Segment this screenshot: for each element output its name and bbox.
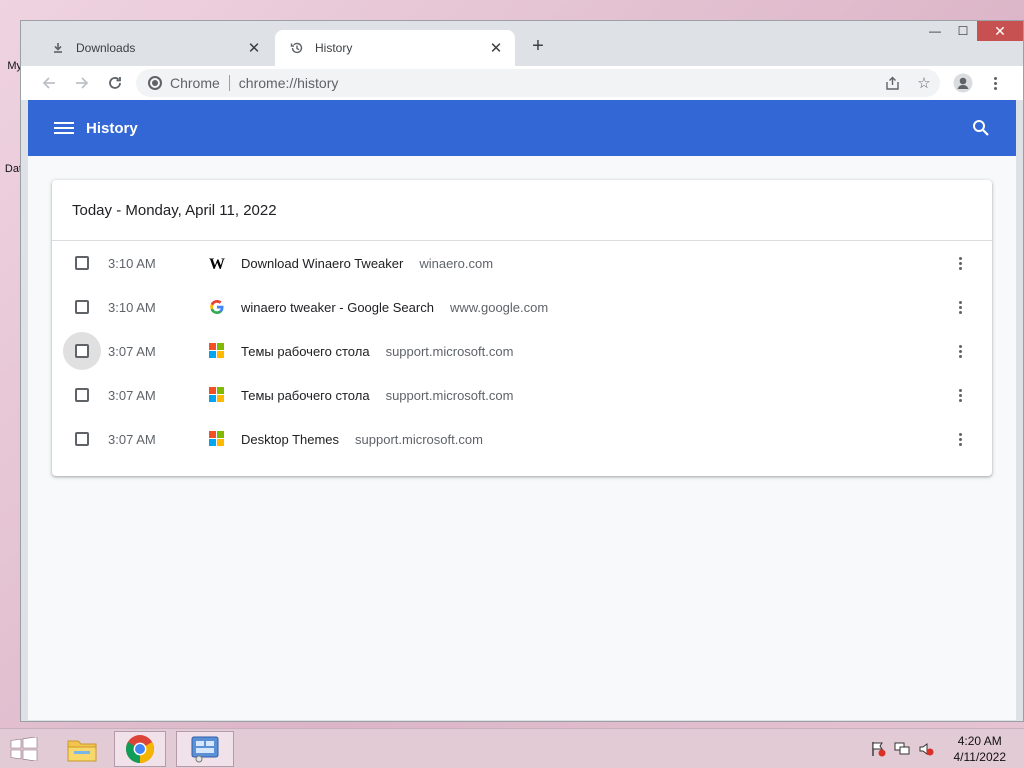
entry-link[interactable]: Темы рабочего стола support.microsoft.com xyxy=(241,388,513,403)
entry-domain: support.microsoft.com xyxy=(385,387,514,403)
more-vert-icon xyxy=(987,76,1003,90)
entry-domain: support.microsoft.com xyxy=(355,431,483,447)
desktop-icon-label[interactable]: Dat xyxy=(0,163,22,175)
entry-checkbox[interactable] xyxy=(63,376,101,414)
browser-toolbar: Chrome chrome://history ☆ xyxy=(21,66,1023,100)
taskbar: 4:20 AM 4/11/2022 xyxy=(0,728,1024,768)
more-vert-icon[interactable] xyxy=(952,300,968,314)
chrome-icon xyxy=(148,76,162,90)
entry-title[interactable]: Desktop Themes xyxy=(241,432,339,447)
control-panel-icon xyxy=(191,736,219,763)
google-icon xyxy=(210,300,224,314)
hamburger-menu-icon[interactable] xyxy=(54,122,74,134)
history-entry[interactable]: 3:07 AM Темы рабочего стола support.micro… xyxy=(52,373,992,417)
divider xyxy=(228,75,230,91)
entry-title[interactable]: winaero tweaker - Google Search xyxy=(241,300,434,315)
window-controls: — ☐ ✕ xyxy=(921,21,1023,43)
maximize-button[interactable]: ☐ xyxy=(949,21,977,41)
entry-time: 3:10 AM xyxy=(108,255,156,271)
history-entry[interactable]: 3:10 AM winaero tweaker - Google Search w… xyxy=(52,285,992,329)
entry-time: 3:07 AM xyxy=(108,431,156,447)
avatar-icon xyxy=(953,73,973,93)
winaero-icon: W xyxy=(209,256,225,271)
more-vert-icon[interactable] xyxy=(952,344,968,358)
volume-muted-icon[interactable] xyxy=(918,741,934,757)
profile-button[interactable] xyxy=(949,69,977,97)
more-vert-icon[interactable] xyxy=(952,388,968,402)
page-title: History xyxy=(86,119,138,137)
microsoft-icon xyxy=(209,387,225,403)
search-icon[interactable] xyxy=(972,119,990,137)
tab-history[interactable]: History ✕ xyxy=(275,30,515,66)
arrow-left-icon xyxy=(42,77,55,89)
arrow-right-icon xyxy=(76,77,89,89)
more-vert-icon[interactable] xyxy=(952,432,968,446)
star-icon[interactable]: ☆ xyxy=(908,74,940,92)
entry-checkbox[interactable] xyxy=(63,332,101,370)
back-button[interactable] xyxy=(35,69,63,97)
close-window-button[interactable]: ✕ xyxy=(977,21,1023,41)
new-tab-button[interactable]: + xyxy=(526,35,550,59)
history-entry[interactable]: 3:07 AM Desktop Themes support.microsoft.… xyxy=(52,417,992,461)
action-center-flag-icon[interactable] xyxy=(870,741,886,757)
download-icon xyxy=(50,40,66,56)
entry-time: 3:07 AM xyxy=(108,343,156,359)
entry-time: 3:10 AM xyxy=(108,299,156,315)
forward-button[interactable] xyxy=(68,69,96,97)
entry-title[interactable]: Темы рабочего стола xyxy=(241,388,370,403)
tab-title: Downloads xyxy=(76,41,136,55)
more-vert-icon[interactable] xyxy=(952,256,968,270)
entry-checkbox[interactable] xyxy=(63,244,101,282)
history-icon xyxy=(289,40,305,56)
chrome-taskbar-button[interactable] xyxy=(114,731,166,767)
entry-checkbox[interactable] xyxy=(63,420,101,458)
entry-title[interactable]: Download Winaero Tweaker xyxy=(241,256,403,271)
windows-start-icon[interactable] xyxy=(10,737,38,761)
entry-title[interactable]: Темы рабочего стола xyxy=(241,344,370,359)
history-entry[interactable]: 3:07 AM Темы рабочего стола support.micro… xyxy=(52,329,992,373)
site-label: Chrome xyxy=(170,75,220,91)
network-icon[interactable] xyxy=(894,741,910,757)
desktop-icon-label[interactable]: My xyxy=(0,60,22,72)
system-clock[interactable]: 4:20 AM 4/11/2022 xyxy=(954,733,1007,765)
day-header: Today - Monday, April 11, 2022 xyxy=(52,180,992,241)
reload-button[interactable] xyxy=(101,69,129,97)
page-header: History xyxy=(28,100,1016,156)
entry-link[interactable]: Desktop Themes support.microsoft.com xyxy=(241,432,483,447)
tab-downloads[interactable]: Downloads ✕ xyxy=(36,30,273,66)
entry-time: 3:07 AM xyxy=(108,387,156,403)
entry-domain: www.google.com xyxy=(449,299,549,315)
close-tab-icon[interactable]: ✕ xyxy=(487,39,505,57)
entry-checkbox[interactable] xyxy=(63,288,101,326)
entry-link[interactable]: Download Winaero Tweaker winaero.com xyxy=(241,256,493,271)
close-tab-icon[interactable]: ✕ xyxy=(245,39,263,57)
system-tray xyxy=(870,741,934,757)
control-panel-taskbar-button[interactable] xyxy=(176,731,234,767)
history-page: History Today - Monday, April 11, 2022 3… xyxy=(28,100,1016,720)
entry-link[interactable]: Темы рабочего стола support.microsoft.com xyxy=(241,344,513,359)
chrome-icon xyxy=(126,735,154,763)
clock-time: 4:20 AM xyxy=(957,734,1002,748)
share-icon[interactable] xyxy=(876,76,908,91)
folder-icon xyxy=(67,740,97,762)
history-entry[interactable]: 3:10 AM W Download Winaero Tweaker winaer… xyxy=(52,241,992,285)
omnibox-actions: ☆ xyxy=(876,69,940,97)
minimize-button[interactable]: — xyxy=(921,21,949,41)
microsoft-icon xyxy=(209,343,225,359)
tab-title: History xyxy=(315,41,353,55)
browser-window: Downloads ✕ History ✕ + — ☐ ✕ Chrome chr… xyxy=(20,20,1024,722)
microsoft-icon xyxy=(209,431,225,447)
entry-domain: support.microsoft.com xyxy=(385,343,514,359)
entry-domain: winaero.com xyxy=(419,255,494,271)
reload-icon xyxy=(109,77,121,89)
menu-button[interactable] xyxy=(981,69,1009,97)
history-card: Today - Monday, April 11, 2022 3:10 AM W… xyxy=(52,180,992,476)
svg-text:W: W xyxy=(209,256,225,271)
file-explorer-button[interactable] xyxy=(56,731,108,767)
url-text[interactable]: chrome://history xyxy=(239,75,339,91)
address-bar[interactable]: Chrome chrome://history ☆ xyxy=(136,69,940,97)
tab-strip: Downloads ✕ History ✕ + — ☐ ✕ xyxy=(21,21,1023,66)
clock-date: 4/11/2022 xyxy=(953,750,1007,764)
entry-link[interactable]: winaero tweaker - Google Search www.googl… xyxy=(241,300,548,315)
